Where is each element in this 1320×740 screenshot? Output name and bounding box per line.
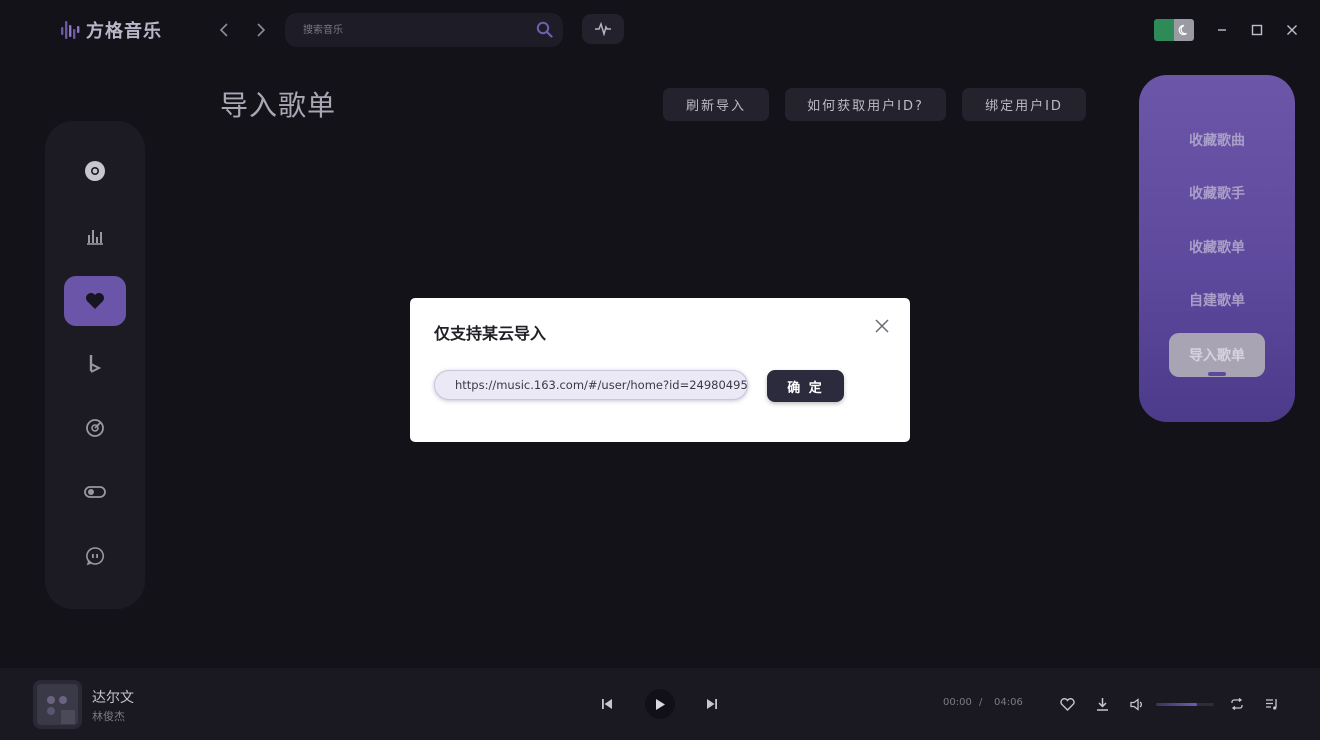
confirm-button[interactable]: 确 定	[767, 370, 844, 402]
tab-created-playlists[interactable]: 自建歌单	[1139, 290, 1295, 310]
library-panel: 收藏歌曲 收藏歌手 收藏歌单 自建歌单 导入歌单	[1139, 75, 1295, 422]
music-note-icon	[89, 355, 102, 373]
minimize-icon	[1218, 29, 1226, 31]
toggle-icon	[84, 486, 106, 498]
volume-slider[interactable]	[1156, 703, 1214, 706]
album-cover[interactable]	[33, 680, 82, 729]
play-button[interactable]	[645, 689, 675, 719]
radar-icon	[86, 419, 104, 437]
close-icon	[1287, 25, 1297, 35]
chart-bars-icon	[87, 230, 103, 245]
tab-favorite-playlists[interactable]: 收藏歌单	[1139, 237, 1295, 257]
sidebar	[45, 121, 145, 609]
close-window-button[interactable]	[1283, 21, 1301, 39]
app-logo: 方格音乐	[60, 16, 162, 44]
dialog-title: 仅支持某云导入	[434, 324, 547, 343]
playlist-icon	[1266, 698, 1277, 710]
logo-wave-icon	[61, 21, 80, 39]
theme-toggle[interactable]	[1154, 19, 1194, 41]
user-url-input[interactable]	[434, 370, 748, 400]
refresh-import-button[interactable]: 刷新导入	[663, 88, 769, 121]
active-tab-indicator	[1208, 372, 1226, 376]
current-time: 00:00	[943, 697, 972, 708]
player-bar: 达尔文 林俊杰 00:00 / 04:06	[0, 668, 1320, 740]
volume-level	[1156, 703, 1197, 706]
skip-forward-icon	[707, 699, 717, 709]
search-box[interactable]	[285, 13, 563, 47]
pulse-icon	[595, 22, 611, 36]
how-to-get-id-button[interactable]: 如何获取用户ID?	[785, 88, 946, 121]
search-icon[interactable]	[536, 21, 553, 42]
sidebar-item-favorites[interactable]	[64, 276, 126, 326]
chevron-left-icon	[219, 23, 228, 37]
volume-button[interactable]	[1128, 695, 1146, 713]
playlist-button[interactable]	[1263, 695, 1281, 713]
minimize-button[interactable]	[1213, 21, 1231, 39]
page-title: 导入歌单	[220, 89, 337, 122]
total-duration: 04:06	[994, 697, 1023, 708]
sidebar-item-discover[interactable]	[64, 146, 126, 196]
import-dialog: 仅支持某云导入 确 定	[410, 298, 910, 442]
close-icon	[875, 319, 889, 333]
tab-favorite-songs[interactable]: 收藏歌曲	[1139, 130, 1295, 150]
back-button[interactable]	[212, 18, 236, 42]
chat-icon	[86, 547, 104, 566]
disc-icon	[85, 161, 105, 181]
maximize-button[interactable]	[1248, 21, 1266, 39]
time-separator: /	[979, 697, 983, 708]
speaker-icon	[1130, 697, 1142, 711]
sound-wave-button[interactable]	[582, 14, 624, 44]
play-icon	[656, 698, 665, 710]
song-title[interactable]: 达尔文	[92, 687, 134, 707]
sidebar-item-radar[interactable]	[64, 403, 126, 453]
chevron-right-icon	[257, 23, 266, 37]
next-button[interactable]	[703, 695, 721, 713]
like-button[interactable]	[1058, 695, 1076, 713]
maximize-icon	[1251, 24, 1263, 36]
search-input[interactable]	[303, 22, 523, 38]
repeat-button[interactable]	[1228, 695, 1246, 713]
forward-button[interactable]	[249, 18, 273, 42]
heart-outline-icon	[1059, 697, 1075, 711]
previous-button[interactable]	[598, 695, 616, 713]
heart-icon	[86, 293, 104, 309]
app-title: 方格音乐	[86, 21, 162, 42]
skip-back-icon	[602, 699, 612, 709]
download-button[interactable]	[1093, 695, 1111, 713]
sidebar-item-charts[interactable]	[64, 211, 126, 261]
sidebar-item-music[interactable]	[64, 339, 126, 389]
song-artist[interactable]: 林俊杰	[92, 708, 125, 724]
sidebar-item-messages[interactable]	[64, 531, 126, 581]
moon-icon	[1178, 24, 1187, 36]
tab-favorite-artists[interactable]: 收藏歌手	[1139, 183, 1295, 203]
repeat-icon	[1231, 698, 1243, 710]
tab-import-playlist[interactable]: 导入歌单	[1169, 333, 1265, 377]
download-icon	[1096, 698, 1108, 711]
bind-user-id-button[interactable]: 绑定用户ID	[962, 88, 1086, 121]
dialog-close-button[interactable]	[874, 318, 890, 334]
sidebar-item-settings[interactable]	[64, 467, 126, 517]
